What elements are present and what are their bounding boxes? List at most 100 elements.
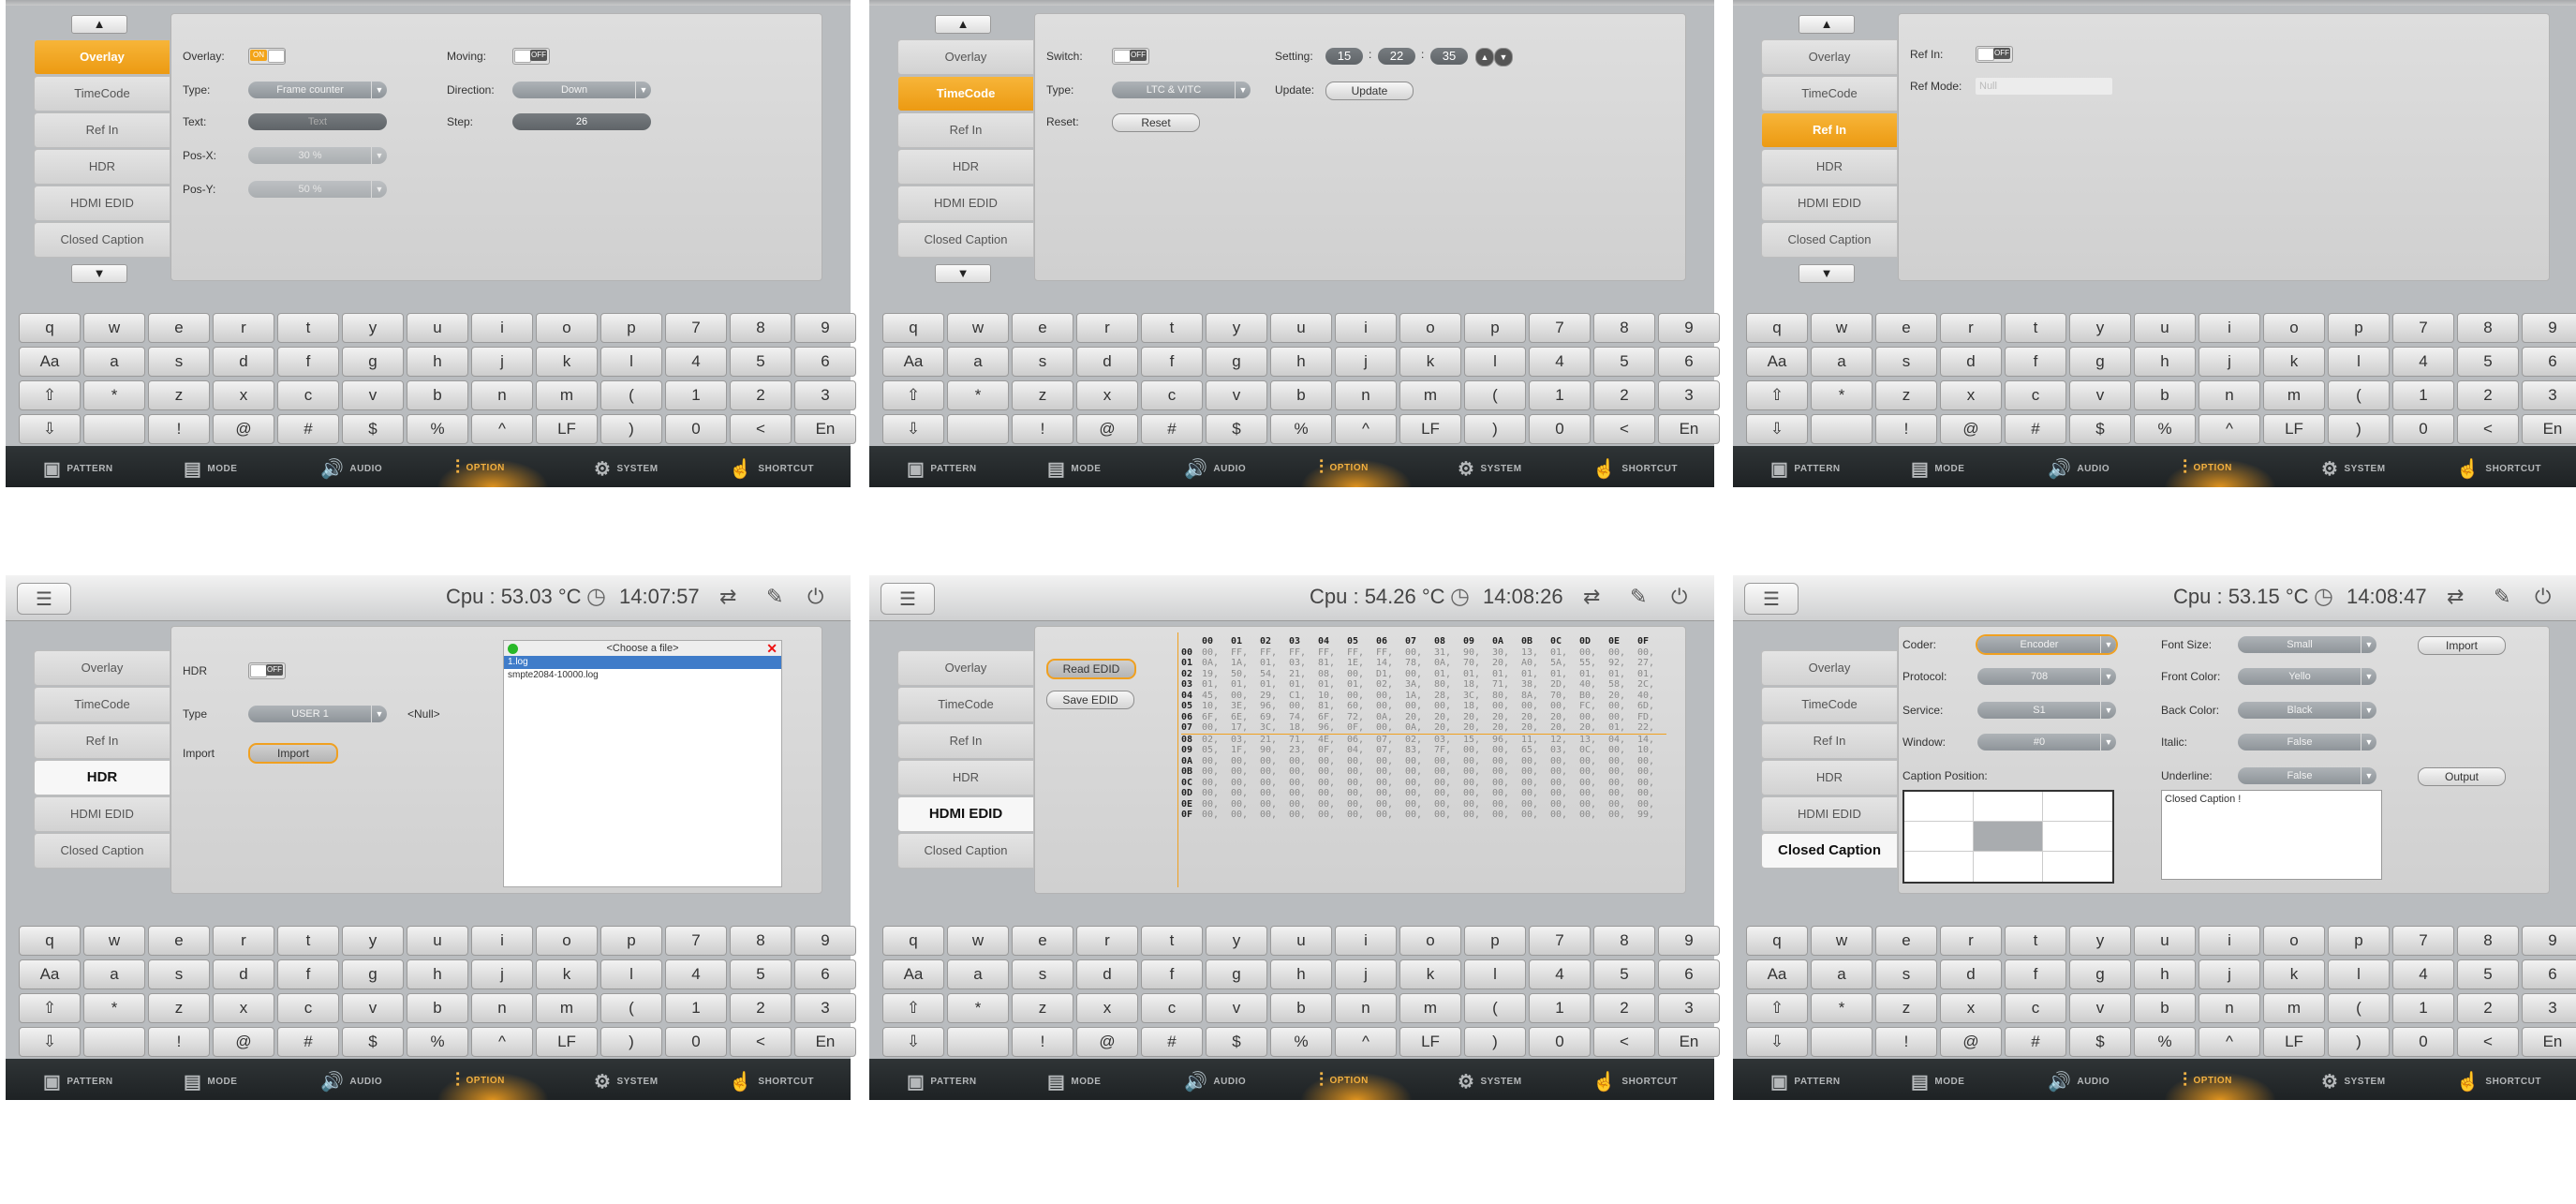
key[interactable]: 5 [730, 347, 792, 377]
position-cell[interactable] [2043, 852, 2112, 882]
protocol-dropdown[interactable]: 708 ▼ [1977, 668, 2116, 685]
key[interactable]: 4 [1529, 347, 1591, 377]
key[interactable]: < [1593, 414, 1655, 444]
key[interactable]: a [1811, 959, 1873, 989]
key[interactable]: c [277, 993, 339, 1023]
key[interactable]: ^ [471, 1027, 533, 1057]
bottom-nav-pattern[interactable]: ▣ PATTERN [1770, 1070, 1841, 1093]
key[interactable]: @ [1940, 414, 2002, 444]
nav-up-button[interactable]: ▲ [71, 15, 127, 34]
bottom-nav-pattern[interactable]: ▣ PATTERN [1770, 457, 1841, 481]
key[interactable]: * [83, 380, 145, 410]
key[interactable]: a [83, 959, 145, 989]
power-icon[interactable]: ⏻ [807, 585, 823, 609]
key[interactable]: z [1012, 380, 1073, 410]
key[interactable]: q [1746, 926, 1808, 956]
key[interactable]: f [277, 959, 339, 989]
key[interactable]: p [2328, 926, 2390, 956]
key[interactable] [1811, 1027, 1873, 1057]
network-icon[interactable]: ⇄ [2447, 585, 2464, 609]
key[interactable]: 8 [730, 926, 792, 956]
key[interactable]: o [536, 313, 598, 343]
nav-down-button[interactable]: ▼ [935, 264, 991, 283]
key[interactable]: g [2069, 959, 2131, 989]
position-cell[interactable] [1904, 792, 1974, 822]
key[interactable]: p [600, 313, 662, 343]
bottom-nav-system[interactable]: ⚙ SYSTEM [1458, 457, 1522, 481]
key[interactable]: < [1593, 1027, 1655, 1057]
key[interactable]: z [1875, 380, 1937, 410]
bottom-nav-option[interactable]: ⫶OPTION [437, 1070, 549, 1100]
key[interactable]: j [2198, 959, 2260, 989]
nav-item-timecode[interactable]: TimeCode [1761, 687, 1898, 722]
key[interactable]: ⇩ [1746, 1027, 1808, 1057]
key[interactable]: x [1076, 380, 1138, 410]
key[interactable]: ) [1464, 414, 1526, 444]
key[interactable]: q [882, 926, 944, 956]
key[interactable]: 5 [2457, 959, 2519, 989]
nav-item-hdr[interactable]: HDR [897, 760, 1034, 795]
key[interactable]: * [1811, 993, 1873, 1023]
key[interactable]: 5 [2457, 347, 2519, 377]
key[interactable]: ) [1464, 1027, 1526, 1057]
position-cell[interactable] [1974, 852, 2043, 882]
key[interactable]: s [148, 347, 210, 377]
key[interactable]: ) [600, 414, 662, 444]
key[interactable]: 0 [1529, 414, 1591, 444]
key[interactable]: 6 [794, 347, 856, 377]
key[interactable]: l [2328, 959, 2390, 989]
seconds-field[interactable]: 35 [1430, 48, 1468, 65]
key[interactable]: h [1270, 347, 1332, 377]
key[interactable]: ⇩ [882, 414, 944, 444]
key[interactable]: < [2457, 1027, 2519, 1057]
nav-item-timecode[interactable]: TimeCode [1761, 76, 1898, 111]
key[interactable]: 5 [1593, 959, 1655, 989]
key[interactable]: h [407, 347, 468, 377]
key[interactable]: 7 [2392, 926, 2454, 956]
key[interactable]: x [1940, 380, 2002, 410]
key[interactable]: 3 [794, 993, 856, 1023]
key[interactable]: ⇩ [19, 414, 81, 444]
key[interactable]: < [2457, 414, 2519, 444]
key[interactable]: r [1940, 926, 2002, 956]
key[interactable]: ⇧ [19, 380, 81, 410]
key[interactable]: 6 [1658, 959, 1720, 989]
key[interactable]: 1 [1529, 380, 1591, 410]
key[interactable]: $ [1206, 414, 1267, 444]
key[interactable]: a [83, 347, 145, 377]
bottom-nav-option[interactable]: ⫶OPTION [1300, 457, 1413, 487]
key[interactable]: w [83, 313, 145, 343]
key[interactable]: o [1399, 926, 1461, 956]
position-cell-selected[interactable] [1974, 822, 2043, 852]
key[interactable]: b [407, 380, 468, 410]
key[interactable]: LF [2263, 1027, 2325, 1057]
bottom-nav-mode[interactable]: ▤ MODE [184, 1070, 237, 1093]
nav-item-overlay[interactable]: Overlay [897, 39, 1034, 75]
key[interactable]: % [2134, 414, 2196, 444]
key[interactable]: d [1940, 959, 2002, 989]
key[interactable]: 0 [2392, 414, 2454, 444]
key[interactable]: w [1811, 313, 1873, 343]
key[interactable]: a [947, 347, 1009, 377]
key[interactable]: k [536, 347, 598, 377]
key[interactable]: 7 [2392, 313, 2454, 343]
caption-position-grid[interactable] [1902, 790, 2114, 884]
key[interactable]: 7 [665, 313, 727, 343]
key[interactable]: $ [342, 1027, 404, 1057]
network-icon[interactable]: ⇄ [1583, 585, 1600, 609]
key[interactable]: d [1076, 959, 1138, 989]
nav-item-timecode[interactable]: TimeCode [34, 687, 170, 722]
key[interactable]: 9 [2522, 926, 2576, 956]
key[interactable]: 3 [794, 380, 856, 410]
key[interactable]: d [1076, 347, 1138, 377]
window-dropdown[interactable]: #0 ▼ [1977, 734, 2116, 751]
bottom-nav-mode[interactable]: ▤ MODE [184, 457, 237, 481]
position-cell[interactable] [2043, 822, 2112, 852]
key[interactable]: 4 [2392, 347, 2454, 377]
key[interactable]: y [2069, 926, 2131, 956]
key[interactable]: ! [1875, 414, 1937, 444]
key[interactable]: r [1940, 313, 2002, 343]
nav-item-refin[interactable]: Ref In [897, 112, 1034, 148]
key[interactable]: y [1206, 926, 1267, 956]
nav-item-overlay[interactable]: Overlay [1761, 650, 1898, 686]
